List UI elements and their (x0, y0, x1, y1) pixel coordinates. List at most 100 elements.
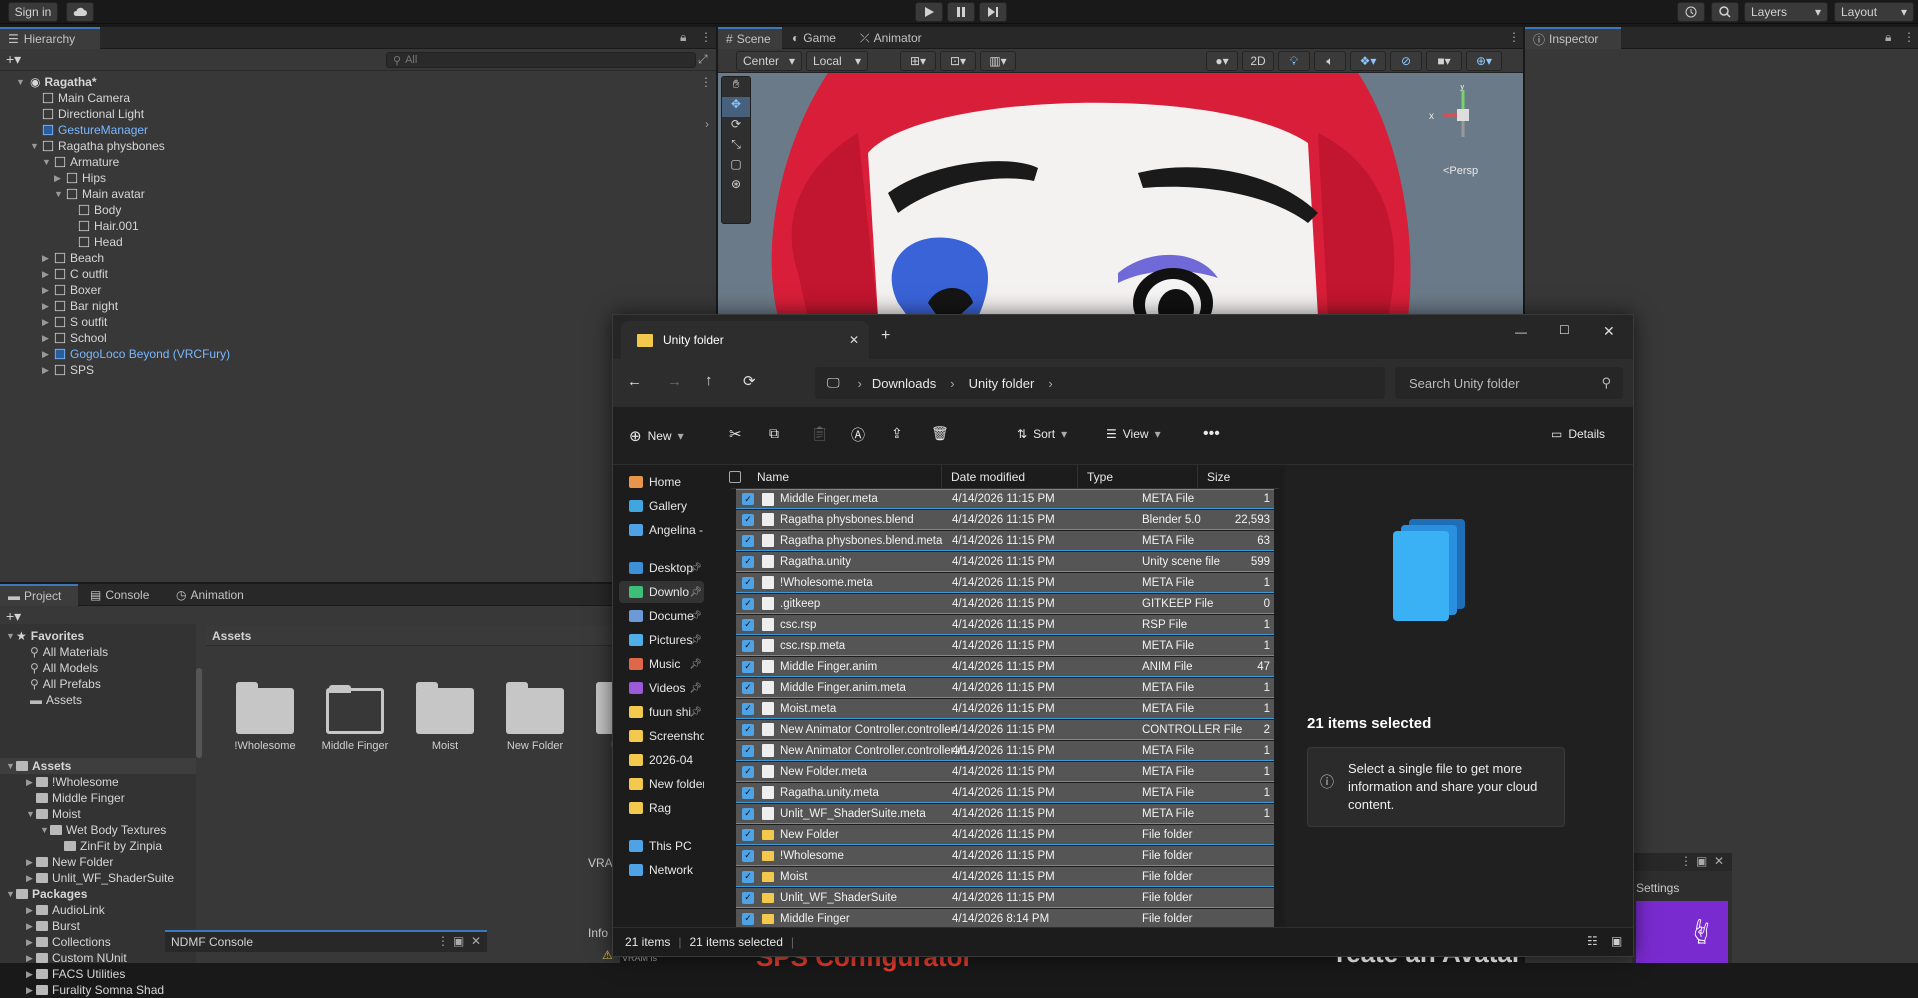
history-button[interactable] (1677, 2, 1705, 22)
2d-toggle[interactable]: 2D (1242, 51, 1274, 71)
chevron-right-icon[interactable]: ▶ (26, 918, 36, 934)
file-row[interactable]: ✓ Ragatha physbones.blend 4/14/2026 11:15 … (736, 510, 1274, 530)
package-item[interactable]: ▶ Furality Somna Shad (26, 982, 164, 998)
tiles-view-icon[interactable]: ▣ (1611, 934, 1622, 948)
create-icon[interactable]: +▾ (6, 608, 21, 625)
file-row[interactable]: ✓ .gitkeep 4/14/2026 11:15 PM GITKEEP File 0 (736, 594, 1274, 614)
scene-options-icon[interactable]: ⋮ (700, 75, 712, 89)
more-icon[interactable]: ••• (1203, 425, 1220, 443)
scene-root[interactable]: ▼ ◉ Ragatha* (16, 74, 97, 90)
chevron-right-icon[interactable]: ▶ (42, 314, 52, 330)
scene-viewport[interactable]: ✋︎ ✥ ⟳ ⤡ ▢ ⊛ xy <Persp (718, 73, 1523, 317)
favorites-header[interactable]: ▼ ★ Favorites (6, 628, 84, 644)
view-button[interactable]: ☰ View ▾ (1106, 427, 1161, 441)
nav-item[interactable]: New folder (619, 773, 704, 795)
search-button[interactable] (1711, 2, 1739, 22)
close-window-icon[interactable]: ✕ (1603, 323, 1615, 340)
file-row[interactable]: ✓ New Animator Controller.controller.m...… (736, 741, 1274, 761)
nav-item[interactable]: Network (619, 859, 704, 881)
increment-button[interactable]: ▥▾ (980, 51, 1016, 71)
asset-folder-item[interactable]: ▶ !Wholesome (26, 774, 119, 790)
packages-header[interactable]: ▼ Packages (6, 886, 87, 902)
project-folder-icon[interactable] (416, 682, 474, 734)
checkbox-checked-icon[interactable]: ✓ (742, 786, 754, 799)
close-icon[interactable]: ✕ (471, 934, 481, 948)
chevron-right-icon[interactable]: ▶ (42, 266, 52, 282)
file-row[interactable]: ✓ New Animator Controller.controller 4/14/… (736, 720, 1274, 740)
nav-item[interactable]: Angelina - (619, 519, 704, 541)
nav-item[interactable]: This PC (619, 835, 704, 857)
project-folder-icon[interactable] (506, 682, 564, 734)
sign-in-button[interactable]: Sign in (8, 2, 58, 22)
hierarchy-item[interactable]: Main Camera (42, 90, 130, 106)
checkbox-checked-icon[interactable]: ✓ (742, 912, 754, 925)
folder-row[interactable]: ✓ Moist 4/14/2026 11:15 PM File folder (736, 867, 1274, 887)
breadcrumb-downloads[interactable]: Downloads (872, 376, 936, 391)
persp-label[interactable]: <Persp (1443, 165, 1478, 177)
chevron-right-icon[interactable]: ▶ (42, 362, 52, 378)
minimize-icon[interactable]: — (1515, 325, 1527, 339)
checkbox-checked-icon[interactable]: ✓ (742, 765, 754, 778)
checkbox-checked-icon[interactable]: ✓ (742, 744, 754, 757)
chevron-down-icon[interactable]: ▼ (42, 154, 52, 170)
chevron-right-icon[interactable]: ▶ (26, 774, 36, 790)
hierarchy-item[interactable]: ▶ School (42, 330, 107, 346)
back-arrow-icon[interactable]: ← (627, 373, 642, 390)
package-item[interactable]: ▶ Custom NUnit (26, 950, 127, 966)
hand-tool-icon[interactable]: ✋︎ (722, 77, 750, 97)
col-name[interactable]: Name (757, 470, 789, 484)
more-options-icon[interactable]: ⋮ (1903, 30, 1915, 44)
ndmf-console-tab[interactable]: NDMF Console ⋮ ▣ ✕ (165, 930, 487, 952)
move-tool-icon[interactable]: ✥ (722, 97, 750, 117)
chevron-right-icon[interactable]: ▶ (42, 282, 52, 298)
checkbox-checked-icon[interactable]: ✓ (742, 597, 754, 610)
nav-item[interactable]: Downlo 📌︎ (619, 581, 704, 603)
copy-icon[interactable]: ⧉ (769, 425, 779, 442)
project-folder-icon[interactable] (236, 682, 294, 734)
pivot-dropdown[interactable]: Center ▾ (736, 51, 802, 71)
chevron-right-icon[interactable]: ▶ (26, 854, 36, 870)
chevron-right-icon[interactable]: ▶ (42, 330, 52, 346)
asset-folder-item[interactable]: ▼ Moist (26, 806, 81, 822)
folder-row[interactable]: ✓ Middle Finger 4/14/2026 8:14 PM File fold… (736, 909, 1274, 929)
more-options-icon[interactable]: ⋮ (1680, 854, 1692, 868)
chevron-right-icon[interactable]: ▶ (26, 966, 36, 982)
pause-button[interactable] (947, 2, 975, 22)
lock-icon[interactable]: 🔒︎ (680, 30, 686, 45)
tab-inspector[interactable]: ⓘ Inspector (1525, 27, 1621, 49)
tree-scrollbar[interactable] (196, 668, 202, 758)
transform-tool-icon[interactable]: ⊛ (722, 177, 750, 197)
lock-icon[interactable]: 🔒︎ (1885, 30, 1891, 45)
sort-button[interactable]: ⇅ Sort ▾ (1017, 427, 1067, 441)
tab-project[interactable]: ▬ Project (0, 584, 78, 606)
refresh-icon[interactable]: ⟳ (743, 372, 756, 390)
hierarchy-item[interactable]: ▶ S outfit (42, 314, 107, 330)
col-date[interactable]: Date modified (951, 470, 1025, 484)
maximize-icon[interactable]: ▣ (1696, 854, 1707, 868)
expand-icon[interactable]: ⤢ (698, 52, 708, 67)
chevron-right-icon[interactable]: ▶ (42, 298, 52, 314)
layout-dropdown[interactable]: Layout ▾ (1834, 2, 1914, 22)
up-arrow-icon[interactable]: ↑ (705, 372, 713, 389)
grid-snap-button[interactable]: ⊡▾ (940, 51, 976, 71)
nav-item[interactable]: Pictures 📌︎ (619, 629, 704, 651)
gizmos-dropdown[interactable]: ⊕▾ (1466, 51, 1502, 71)
details-button[interactable]: ▭ Details (1551, 427, 1605, 441)
checkbox-checked-icon[interactable]: ✓ (742, 849, 754, 862)
breadcrumb-unity-folder[interactable]: Unity folder (969, 376, 1035, 391)
file-row[interactable]: ✓ Middle Finger.anim.meta 4/14/2026 11:15 … (736, 678, 1274, 698)
chevron-right-icon[interactable]: › (705, 117, 709, 131)
nav-item[interactable]: Docume 📌︎ (619, 605, 704, 627)
cut-icon[interactable]: ✂ (729, 425, 742, 443)
new-button[interactable]: ⊕ New ▾ (629, 427, 684, 445)
checkbox-checked-icon[interactable]: ✓ (742, 493, 754, 505)
more-options-icon[interactable]: ⋮ (700, 30, 712, 44)
chevron-right-icon[interactable]: ▶ (26, 934, 36, 950)
chevron-right-icon[interactable]: ▶ (26, 950, 36, 966)
asset-folder-item[interactable]: ▼ Wet Body Textures (40, 822, 166, 838)
hierarchy-item[interactable]: ▶ C outfit (42, 266, 108, 282)
snap-button[interactable]: ⊞▾ (900, 51, 936, 71)
explorer-tab[interactable]: Unity folder ✕ (621, 321, 869, 359)
hierarchy-item[interactable]: Directional Light (42, 106, 144, 122)
checkbox-checked-icon[interactable]: ✓ (742, 534, 754, 547)
